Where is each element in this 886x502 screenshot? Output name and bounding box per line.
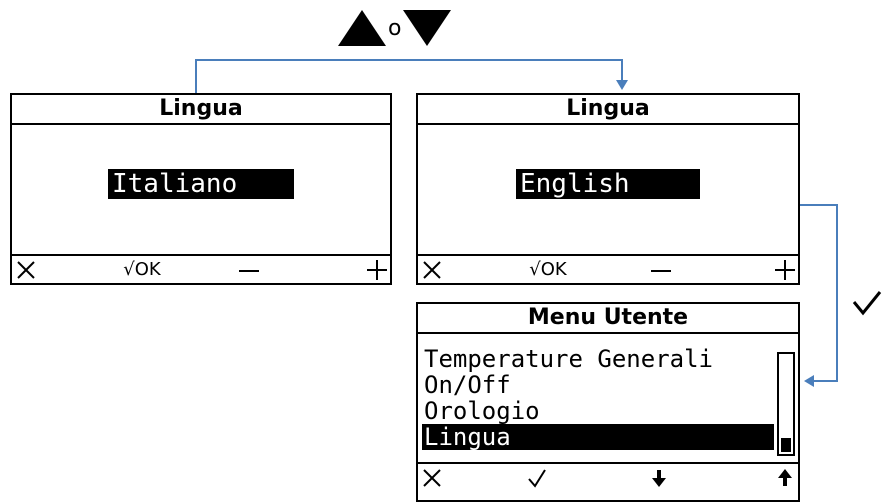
softkey-bar: √OK xyxy=(418,254,798,283)
minus-icon xyxy=(239,269,259,272)
triangle-up-icon xyxy=(338,10,386,46)
x-icon xyxy=(423,260,441,279)
x-icon xyxy=(17,260,35,279)
minus-button[interactable] xyxy=(234,256,264,283)
plus-icon xyxy=(775,259,795,280)
menu-list: Temperature Generali On/Off Orologio Lin… xyxy=(422,346,774,450)
down-button[interactable] xyxy=(646,464,672,491)
plus-button[interactable] xyxy=(364,256,390,283)
arrow-up-icon xyxy=(778,468,792,486)
minus-icon xyxy=(651,269,671,272)
screen-title: Lingua xyxy=(12,95,390,125)
nav-hint: o xyxy=(338,10,452,46)
menu-item-lingua[interactable]: Lingua xyxy=(422,424,774,450)
menu-item-on-off[interactable]: On/Off xyxy=(422,372,774,398)
cancel-button[interactable] xyxy=(420,256,444,283)
arrow-down-icon xyxy=(652,469,666,487)
connector-english-to-menu xyxy=(800,204,838,382)
ok-button[interactable] xyxy=(522,464,552,491)
menu-item-orologio[interactable]: Orologio xyxy=(422,398,774,424)
check-icon xyxy=(528,468,546,488)
triangle-down-icon xyxy=(403,10,452,46)
plus-icon xyxy=(367,259,387,280)
ok-label: √OK xyxy=(123,259,161,280)
ok-button[interactable]: √OK xyxy=(112,256,172,283)
cancel-button[interactable] xyxy=(14,256,38,283)
screen-title: Lingua xyxy=(418,95,798,125)
arrowhead-left-icon xyxy=(804,375,814,387)
ok-button[interactable]: √OK xyxy=(518,256,578,283)
language-value[interactable]: Italiano xyxy=(108,169,294,199)
scroll-thumb[interactable] xyxy=(781,438,791,452)
screen-lingua-italiano: Lingua Italiano √OK xyxy=(10,93,392,285)
nav-hint-connector: o xyxy=(388,15,402,41)
x-icon xyxy=(423,468,441,487)
minus-button[interactable] xyxy=(646,256,676,283)
checkmark-icon xyxy=(852,291,882,316)
screen-menu-utente: Menu Utente Temperature Generali On/Off … xyxy=(416,302,800,502)
scrollbar[interactable] xyxy=(777,352,795,456)
screen-title: Menu Utente xyxy=(418,304,798,334)
connector-lingua-to-english xyxy=(195,59,623,93)
screen-lingua-english: Lingua English √OK xyxy=(416,93,800,285)
language-value[interactable]: English xyxy=(516,169,700,199)
softkey-bar: √OK xyxy=(12,254,390,283)
softkey-bar xyxy=(418,462,798,491)
cancel-button[interactable] xyxy=(420,464,444,491)
up-button[interactable] xyxy=(772,464,798,491)
ok-label: √OK xyxy=(529,259,567,280)
arrowhead-down-icon xyxy=(616,80,628,90)
menu-item-temperature-generali[interactable]: Temperature Generali xyxy=(422,346,774,372)
plus-button[interactable] xyxy=(772,256,798,283)
